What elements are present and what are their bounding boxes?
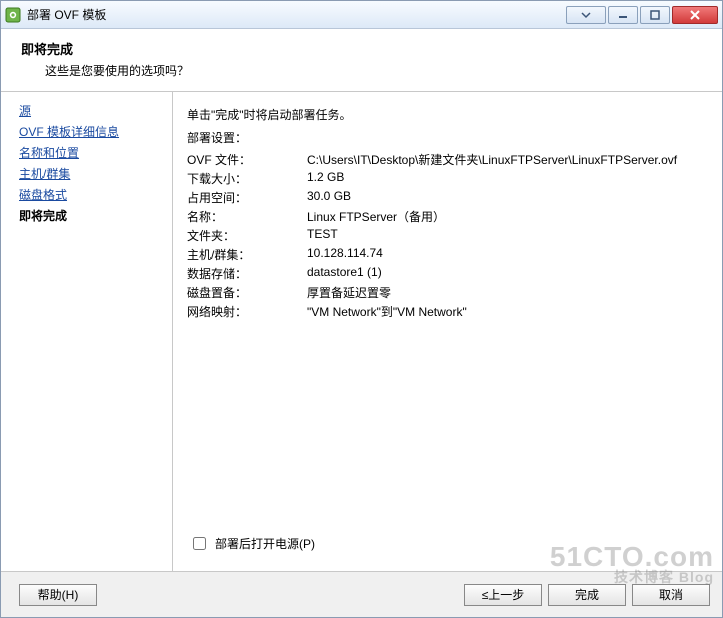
page-title: 即将完成 [21, 39, 706, 58]
step-host-cluster[interactable]: 主机/群集 [19, 165, 164, 182]
row-host-cluster: 主机/群集： 10.128.114.74 [187, 245, 708, 264]
help-button[interactable]: 帮助(H) [19, 584, 97, 606]
power-on-label: 部署后打开电源(P) [215, 535, 315, 552]
window-title: 部署 OVF 模板 [27, 6, 106, 23]
instruction-text: 单击"完成"时将启动部署任务。 [187, 106, 708, 123]
wizard-footer: 帮助(H) ≤上一步 完成 取消 [1, 571, 722, 617]
val-host-cluster: 10.128.114.74 [307, 246, 708, 263]
val-network-mapping: "VM Network"到"VM Network" [307, 303, 708, 320]
row-folder: 文件夹： TEST [187, 226, 708, 245]
step-ovf-details[interactable]: OVF 模板详细信息 [19, 123, 164, 140]
back-button[interactable]: ≤上一步 [464, 584, 542, 606]
key-host-cluster: 主机/群集： [187, 246, 307, 263]
wizard-header: 即将完成 这些是您要使用的选项吗？ [1, 29, 722, 92]
key-name: 名称： [187, 208, 307, 225]
val-size-on-disk: 30.0 GB [307, 189, 708, 206]
key-ovf-file: OVF 文件： [187, 151, 307, 168]
row-disk-provision: 磁盘置备： 厚置备延迟置零 [187, 283, 708, 302]
step-source[interactable]: 源 [19, 102, 164, 119]
window-buttons [566, 6, 718, 24]
step-name-location[interactable]: 名称和位置 [19, 144, 164, 161]
minimize-button[interactable] [608, 6, 638, 24]
finish-button[interactable]: 完成 [548, 584, 626, 606]
maximize-button[interactable] [640, 6, 670, 24]
settings-table: OVF 文件： C:\Users\IT\Desktop\新建文件夹\LinuxF… [187, 150, 708, 321]
wizard-steps-sidebar: 源 OVF 模板详细信息 名称和位置 主机/群集 磁盘格式 即将完成 [1, 92, 173, 571]
power-on-checkbox[interactable] [193, 537, 206, 550]
titlebar: 部署 OVF 模板 [1, 1, 722, 29]
step-ready-complete: 即将完成 [19, 207, 164, 224]
key-disk-provision: 磁盘置备： [187, 284, 307, 301]
row-size-on-disk: 占用空间： 30.0 GB [187, 188, 708, 207]
key-folder: 文件夹： [187, 227, 307, 244]
row-datastore: 数据存储： datastore1 (1) [187, 264, 708, 283]
key-datastore: 数据存储： [187, 265, 307, 282]
row-name: 名称： Linux FTPServer（备用） [187, 207, 708, 226]
val-folder: TEST [307, 227, 708, 244]
key-network-mapping: 网络映射： [187, 303, 307, 320]
wizard-body: 源 OVF 模板详细信息 名称和位置 主机/群集 磁盘格式 即将完成 单击"完成… [1, 92, 722, 571]
key-download-size: 下载大小： [187, 170, 307, 187]
val-download-size: 1.2 GB [307, 170, 708, 187]
wizard-main-panel: 单击"完成"时将启动部署任务。 部署设置： OVF 文件： C:\Users\I… [173, 92, 722, 571]
key-size-on-disk: 占用空间： [187, 189, 307, 206]
step-disk-format[interactable]: 磁盘格式 [19, 186, 164, 203]
row-download-size: 下载大小： 1.2 GB [187, 169, 708, 188]
page-subtitle: 这些是您要使用的选项吗？ [45, 62, 706, 79]
help-window-button[interactable] [566, 6, 606, 24]
val-datastore: datastore1 (1) [307, 265, 708, 282]
app-icon [5, 7, 21, 23]
val-ovf-file: C:\Users\IT\Desktop\新建文件夹\LinuxFTPServer… [307, 151, 708, 168]
row-network-mapping: 网络映射： "VM Network"到"VM Network" [187, 302, 708, 321]
close-button[interactable] [672, 6, 718, 24]
wizard-window: 部署 OVF 模板 即将完成 这些是您要使用的选项吗？ 源 OVF 模板详细信息… [0, 0, 723, 618]
row-ovf-file: OVF 文件： C:\Users\IT\Desktop\新建文件夹\LinuxF… [187, 150, 708, 169]
cancel-button[interactable]: 取消 [632, 584, 710, 606]
val-name: Linux FTPServer（备用） [307, 208, 708, 225]
settings-label: 部署设置： [187, 129, 708, 146]
power-on-row: 部署后打开电源(P) [187, 530, 708, 563]
val-disk-provision: 厚置备延迟置零 [307, 284, 708, 301]
